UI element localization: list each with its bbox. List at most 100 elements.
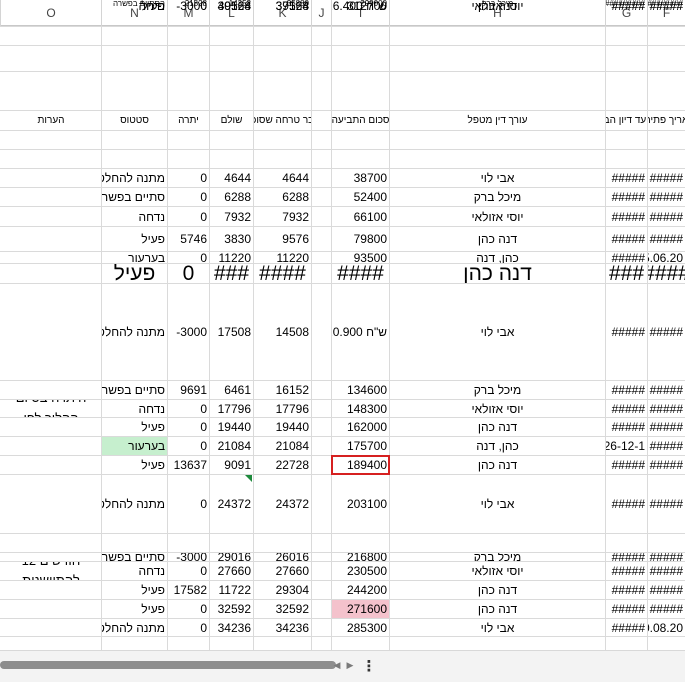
cell-lawyer-row11[interactable]: כהן, דנה <box>390 437 605 455</box>
cell-status-row1[interactable]: מתנה להחלטה <box>102 169 167 187</box>
cell-status-row13[interactable]: מתנה להחלטה <box>102 475 167 533</box>
cell-lawyer-row6[interactable]: דנה כהן <box>390 264 605 283</box>
cell-paid-row8[interactable]: 6461 <box>210 381 253 399</box>
cell-f-row18[interactable]: 0.08.20 <box>648 619 685 636</box>
cell-lawyer-row18[interactable]: אבי לוי <box>390 619 605 636</box>
cell-status-row17[interactable]: פעיל <box>102 600 167 618</box>
cell-f-row8[interactable]: ##### <box>648 381 685 399</box>
cell-balance-row18[interactable]: 0 <box>168 619 209 636</box>
cell-notes-row9[interactable]: שולם 50% מהשכ"ט, היתרה בסיום ההליך לפי ה… <box>1 400 101 417</box>
scroll-left-icon[interactable]: ◀ <box>330 657 344 673</box>
cell-fee-row2[interactable]: 6288 <box>254 188 311 206</box>
cell-g-row10[interactable]: ##### <box>606 418 647 436</box>
header-fee[interactable]: שכר טרחה שסוכם <box>254 111 311 130</box>
cell-status-row12[interactable]: פעיל <box>102 456 167 474</box>
cell-claim-row17[interactable]: 271600 <box>332 600 389 618</box>
cell-balance-row9[interactable]: 0 <box>168 400 209 417</box>
cell-paid-row1[interactable]: 4644 <box>210 169 253 187</box>
cell-g-row17[interactable]: ##### <box>606 600 647 618</box>
cell-lawyer-row9[interactable]: יוסי אזולאי <box>390 400 605 417</box>
more-options-icon[interactable]: ⋮ <box>362 656 377 676</box>
cell-balance-row1[interactable]: 0 <box>168 169 209 187</box>
cell-f-row1[interactable]: ##### <box>648 169 685 187</box>
cell-paid-row15[interactable]: 27660 <box>210 562 253 580</box>
cell-balance-row15[interactable]: 0 <box>168 562 209 580</box>
cell-claim-row16[interactable]: 244200 <box>332 581 389 599</box>
cell-g-row2[interactable]: ##### <box>606 188 647 206</box>
cell-f-row6[interactable]: #### <box>648 264 685 283</box>
cell-f-row13[interactable]: ##### <box>648 475 685 533</box>
cell-f-row12[interactable]: ##### <box>648 456 685 474</box>
cell-lawyer-row10[interactable]: דנה כהן <box>390 418 605 436</box>
cell-claim-row11[interactable]: 175700 <box>332 437 389 455</box>
cell-status-row21[interactable]: פעיל <box>102 0 167 12</box>
cell-lawyer-row17[interactable]: דנה כהן <box>390 600 605 618</box>
cell-lawyer-row5[interactable]: כהן, דנה <box>390 252 605 263</box>
cell-claim-row6[interactable]: #### <box>332 264 389 283</box>
comment-indicator-icon[interactable] <box>245 475 252 482</box>
scroll-right-icon[interactable]: ▶ <box>343 657 357 673</box>
cell-g-row14[interactable]: ##### <box>606 553 647 561</box>
cell-lawyer-row21[interactable]: דנה כהן <box>390 0 605 12</box>
cell-balance-row21[interactable]: 0 <box>168 0 209 12</box>
cell-f-row2[interactable]: ##### <box>648 188 685 206</box>
cell-g-row16[interactable]: ##### <box>606 581 647 599</box>
cell-paid-row7[interactable]: 17508 <box>210 284 253 380</box>
cell-paid-row14[interactable]: 29016 <box>210 553 253 561</box>
cell-status-row10[interactable]: פעיל <box>102 418 167 436</box>
cell-claim-row10[interactable]: 162000 <box>332 418 389 436</box>
cell-fee-row21[interactable]: 39168 <box>254 0 311 12</box>
cell-fee-row3[interactable]: 7932 <box>254 207 311 226</box>
cell-paid-row10[interactable]: 19440 <box>210 418 253 436</box>
cell-f-row15[interactable]: ##### <box>648 562 685 580</box>
cell-fee-row13[interactable]: 24372 <box>254 475 311 533</box>
cell-paid-row2[interactable]: 6288 <box>210 188 253 206</box>
cell-claim-row18[interactable]: 285300 <box>332 619 389 636</box>
cell-claim-row14[interactable]: 216800 <box>332 553 389 561</box>
cell-balance-row10[interactable]: 0 <box>168 418 209 436</box>
cell-balance-row7[interactable]: -3000 <box>168 284 209 380</box>
cell-fee-row10[interactable]: 19440 <box>254 418 311 436</box>
cell-status-row11[interactable]: בערעור <box>102 437 167 455</box>
cell-paid-row5[interactable]: 11220 <box>210 252 253 263</box>
cell-status-row2[interactable]: סתיים בפשרה <box>102 188 167 206</box>
cell-fee-row5[interactable]: 11220 <box>254 252 311 263</box>
cell-balance-row13[interactable]: 0 <box>168 475 209 533</box>
header-open-date[interactable]: תאריך פתיחה <box>648 111 685 130</box>
cell-claim-row4[interactable]: 79800 <box>332 227 389 251</box>
cell-lawyer-row16[interactable]: דנה כהן <box>390 581 605 599</box>
cell-fee-row15[interactable]: 27660 <box>254 562 311 580</box>
cell-fee-row8[interactable]: 16152 <box>254 381 311 399</box>
cell-g-row15[interactable]: ##### <box>606 562 647 580</box>
cell-claim-row9[interactable]: 148300 <box>332 400 389 417</box>
cell-paid-row3[interactable]: 7932 <box>210 207 253 226</box>
cell-claim-row15[interactable]: 230500 <box>332 562 389 580</box>
cell-g-row7[interactable]: ##### <box>606 284 647 380</box>
cell-lawyer-row14[interactable]: מיכל ברק <box>390 553 605 561</box>
cell-notes-row15[interactable]: חודשים 12 להתיישנות <box>1 562 101 580</box>
cell-f-row4[interactable]: ##### <box>648 227 685 251</box>
cell-fee-row1[interactable]: 4644 <box>254 169 311 187</box>
header-paid[interactable]: שולם <box>210 111 253 130</box>
cell-f-row16[interactable]: ##### <box>648 581 685 599</box>
cell-balance-row16[interactable]: 17582 <box>168 581 209 599</box>
cell-f-row3[interactable]: ##### <box>648 207 685 226</box>
column-header-o[interactable]: O <box>0 0 101 26</box>
cell-claim-row5[interactable]: 93500 <box>332 252 389 263</box>
cell-claim-row7[interactable]: ש"ח 120.900 <box>332 284 389 380</box>
cell-status-row18[interactable]: מתנה להחלטה <box>102 619 167 636</box>
cell-paid-row12[interactable]: 9091 <box>210 456 253 474</box>
cell-g-row3[interactable]: ##### <box>606 207 647 226</box>
cell-f-row21[interactable]: ##### <box>648 0 685 12</box>
header-hearing-date[interactable]: מועד דיון הבא <box>606 111 647 130</box>
cell-balance-row3[interactable]: 0 <box>168 207 209 226</box>
cell-status-row9[interactable]: נדחה <box>102 400 167 417</box>
cell-status-row6[interactable]: פעיל <box>102 264 167 283</box>
cell-lawyer-row3[interactable]: יוסי אזולאי <box>390 207 605 226</box>
cell-paid-row17[interactable]: 32592 <box>210 600 253 618</box>
cell-f-row14[interactable]: ##### <box>648 553 685 561</box>
cell-lawyer-row12[interactable]: דנה כהן <box>390 456 605 474</box>
cell-paid-row16[interactable]: 11722 <box>210 581 253 599</box>
cell-claim-row21[interactable]: ש"ח 326.400 <box>332 0 389 12</box>
cell-g-row11[interactable]: 026-12-1 <box>606 437 647 455</box>
